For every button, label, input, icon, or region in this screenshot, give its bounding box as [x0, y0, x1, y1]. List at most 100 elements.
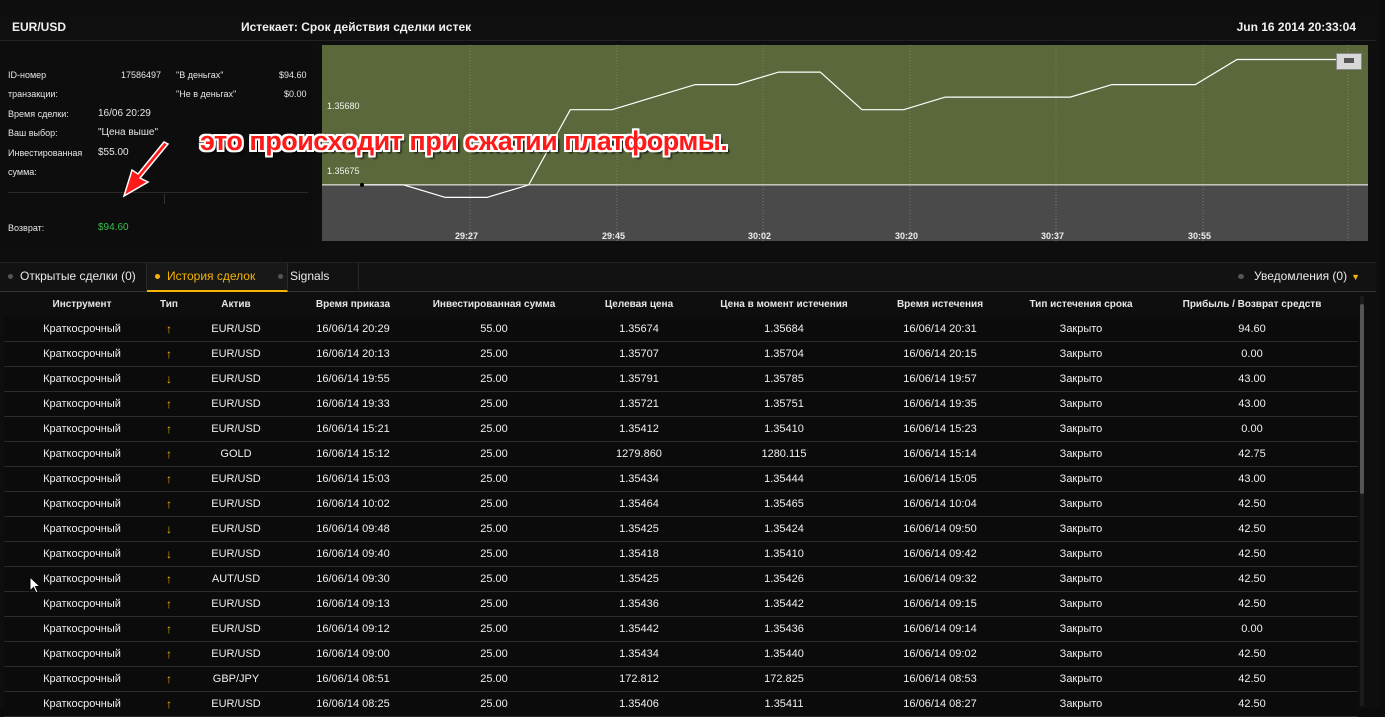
column-header[interactable]: Тип	[156, 293, 182, 317]
expiry-time-cell: 16/06/14 15:05	[903, 473, 977, 485]
table-row[interactable]: Краткосрочный ↑ EUR/USD 16/06/14 10:02 25.00…	[4, 492, 1358, 517]
notifications-dropdown[interactable]: Уведомления (0) ▼	[1238, 263, 1360, 290]
arrow-up-icon: ↑	[166, 647, 172, 661]
trade-history-table: Инструмент Тип Актив Время приказа Инвес…	[4, 293, 1358, 717]
asset-cell: EUR/USD	[211, 598, 261, 610]
order-time-cell: 16/06/14 09:00	[316, 648, 390, 660]
profit-cell: 0.00	[1241, 348, 1263, 360]
target-price-cell: 1.35442	[619, 623, 659, 635]
profit-cell: 0.00	[1241, 423, 1263, 435]
column-header[interactable]: Актив	[184, 293, 288, 317]
target-price-cell: 1.35425	[619, 573, 659, 585]
id-label: ID-номер	[8, 70, 47, 80]
expiry-price-cell: 1.35751	[764, 398, 804, 410]
expiry-time-cell: 16/06/14 08:27	[903, 698, 977, 710]
expiry-price-cell: 1.35411	[764, 698, 804, 710]
instrument-cell: Краткосрочный	[43, 448, 121, 460]
order-time-cell: 16/06/14 20:29	[316, 323, 390, 335]
arrow-down-icon: ↓	[166, 547, 172, 561]
order-time-cell: 16/06/14 19:55	[316, 373, 390, 385]
expiry-price-cell: 1.35444	[764, 473, 804, 485]
tab-signals[interactable]: Signals	[270, 263, 359, 290]
invested-cell: 25.00	[480, 398, 508, 410]
profit-cell: 43.00	[1238, 473, 1266, 485]
trading-platform: EUR/USD Истекает: Срок действия сделки и…	[0, 0, 1380, 717]
instrument-cell: Краткосрочный	[43, 398, 121, 410]
column-header[interactable]: Тип истечения срока	[1010, 293, 1152, 317]
column-header[interactable]: Инструмент	[4, 293, 160, 317]
target-price-cell: 1.35418	[619, 548, 659, 560]
invested-cell: 25.00	[480, 573, 508, 585]
profit-cell: 42.75	[1238, 448, 1266, 460]
table-row[interactable]: Краткосрочный ↑ EUR/USD 16/06/14 15:21 25.00…	[4, 417, 1358, 442]
expiry-time-cell: 16/06/14 19:35	[903, 398, 977, 410]
table-row[interactable]: Краткосрочный ↑ EUR/USD 16/06/14 09:00 25.00…	[4, 642, 1358, 667]
expiry-type-cell: Закрыто	[1059, 698, 1103, 710]
chart-collapse-button[interactable]	[1336, 53, 1362, 70]
column-header[interactable]: Цена в момент истечения	[704, 293, 864, 317]
table-row[interactable]: Краткосрочный ↑ EUR/USD 16/06/14 19:33 25.00…	[4, 392, 1358, 417]
expiry-type-cell: Закрыто	[1059, 673, 1103, 685]
table-header: Инструмент Тип Актив Время приказа Инвес…	[4, 293, 1358, 317]
entry-point	[360, 182, 364, 187]
tab-dot-icon	[278, 274, 283, 279]
expiry-type-cell: Закрыто	[1059, 648, 1103, 660]
table-row[interactable]: Краткосрочный ↑ GBP/JPY 16/06/14 08:51 25.00…	[4, 667, 1358, 692]
table-row[interactable]: Краткосрочный ↑ EUR/USD 16/06/14 20:29 55.00…	[4, 317, 1358, 342]
target-price-cell: 1279.860	[616, 448, 662, 460]
table-row[interactable]: Краткосрочный ↑ EUR/USD 16/06/14 08:25 25.00…	[4, 692, 1358, 717]
table-row[interactable]: Краткосрочный ↑ GOLD 16/06/14 15:12 25.00 127…	[4, 442, 1358, 467]
notification-dot-icon	[1238, 274, 1245, 279]
column-header[interactable]: Инвестированная сумма	[418, 293, 570, 317]
instrument-cell: Краткосрочный	[43, 598, 121, 610]
profit-cell: 42.50	[1238, 498, 1266, 510]
column-header[interactable]: Целевая цена	[572, 293, 706, 317]
table-body: Краткосрочный ↑ EUR/USD 16/06/14 20:29 55.00…	[4, 317, 1358, 717]
invested-cell: 25.00	[480, 448, 508, 460]
column-header[interactable]: Прибыль / Возврат средств	[1152, 293, 1352, 317]
table-row[interactable]: Краткосрочный ↓ EUR/USD 16/06/14 09:40 25.00…	[4, 542, 1358, 567]
scrollbar-thumb[interactable]	[1360, 304, 1364, 494]
asset-cell: EUR/USD	[211, 348, 261, 360]
profit-cell: 42.50	[1238, 598, 1266, 610]
order-time-cell: 16/06/14 09:30	[316, 573, 390, 585]
instrument-cell: Краткосрочный	[43, 373, 121, 385]
tab-open-trades[interactable]: Открытые сделки (0)	[0, 263, 147, 290]
profit-cell: 0.00	[1241, 623, 1263, 635]
table-row[interactable]: Краткосрочный ↑ EUR/USD 16/06/14 09:12 25.00…	[4, 617, 1358, 642]
table-row[interactable]: Краткосрочный ↑ EUR/USD 16/06/14 15:03 25.00…	[4, 467, 1358, 492]
target-price-cell: 1.35436	[619, 598, 659, 610]
asset-cell: EUR/USD	[211, 423, 261, 435]
target-price-cell: 1.35721	[619, 398, 659, 410]
table-scrollbar[interactable]	[1360, 296, 1364, 706]
table-row[interactable]: Краткосрочный ↓ EUR/USD 16/06/14 09:48 25.00…	[4, 517, 1358, 542]
order-time-cell: 16/06/14 19:33	[316, 398, 390, 410]
id-value: 17586497	[121, 70, 162, 80]
asset-pair: EUR/USD	[12, 20, 67, 34]
profit-cell: 42.50	[1238, 673, 1266, 685]
invested-cell: 25.00	[480, 648, 508, 660]
expiry-price-cell: 1.35785	[764, 373, 804, 385]
column-header[interactable]: Время приказа	[288, 293, 418, 317]
expiry-type-cell: Закрыто	[1059, 398, 1103, 410]
table-row[interactable]: Краткосрочный ↓ EUR/USD 16/06/14 19:55 25.00…	[4, 367, 1358, 392]
table-row[interactable]: Краткосрочный ↑ EUR/USD 16/06/14 20:13 25.00…	[4, 342, 1358, 367]
table-row[interactable]: Краткосрочный ↑ EUR/USD 16/06/14 09:13 25.00…	[4, 592, 1358, 617]
price-label-high: 1.35680	[327, 101, 360, 111]
invested-cell: 55.00	[480, 323, 508, 335]
invested-cell: 25.00	[480, 498, 508, 510]
tab-bar: Открытые сделки (0) История сделок Signa…	[0, 262, 1376, 292]
asset-cell: EUR/USD	[211, 698, 261, 710]
column-header[interactable]: Время истечения	[870, 293, 1010, 317]
asset-cell: EUR/USD	[211, 548, 261, 560]
table-row[interactable]: Краткосрочный ↑ AUT/USD 16/06/14 09:30 25.00…	[4, 567, 1358, 592]
expiry-time-cell: 16/06/14 09:50	[903, 523, 977, 535]
invested-cell: 25.00	[480, 473, 508, 485]
x-tick: 30:37	[1041, 231, 1065, 241]
choice-value: "Цена выше"	[98, 127, 159, 138]
tab-trade-history[interactable]: История сделок	[147, 263, 288, 292]
invested-cell: 25.00	[480, 423, 508, 435]
order-time-cell: 16/06/14 09:13	[316, 598, 390, 610]
out-money-value: $0.00	[284, 89, 307, 99]
instrument-cell: Краткосрочный	[43, 473, 121, 485]
